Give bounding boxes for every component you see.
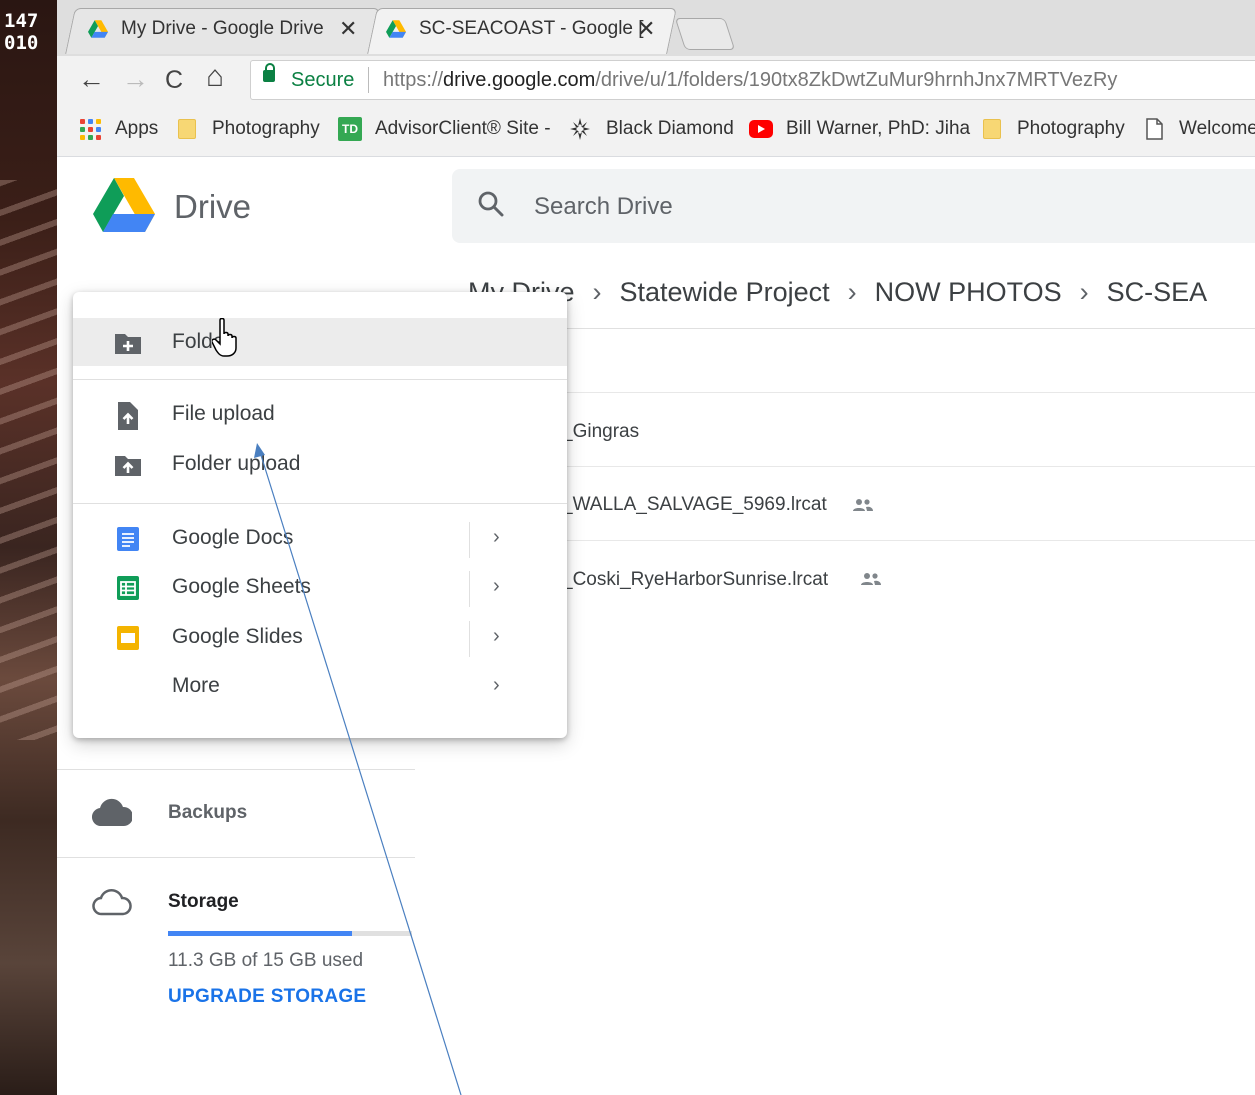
- tab-title: My Drive - Google Drive: [121, 18, 324, 39]
- apps-grid-icon[interactable]: [80, 119, 102, 141]
- home-icon[interactable]: ⌂: [206, 60, 224, 94]
- breadcrumb-current-folder[interactable]: SC-SEA: [1107, 277, 1208, 307]
- file-name[interactable]: _Coski_RyeHarborSunrise.lrcat: [562, 569, 828, 591]
- address-bar[interactable]: Secure https://drive.google.com/drive/u/…: [250, 60, 1255, 100]
- close-tab-icon[interactable]: ✕: [637, 16, 655, 42]
- reload-icon[interactable]: C: [165, 66, 183, 95]
- drive-favicon-icon: [386, 20, 406, 38]
- breadcrumb-now-photos[interactable]: NOW PHOTOS: [875, 277, 1062, 307]
- shared-people-icon: [853, 499, 873, 511]
- bookmark-photography[interactable]: Photography: [212, 118, 320, 140]
- google-docs-icon: [117, 527, 139, 551]
- url-host: drive.google.com: [443, 69, 596, 91]
- menu-item-folder[interactable]: Folder: [73, 318, 567, 366]
- bookmark-photography-2[interactable]: Photography: [1017, 118, 1125, 140]
- breadcrumb-separator: ›: [592, 277, 602, 307]
- breadcrumb: My Drive›Statewide Project›NOW PHOTOS›SC…: [468, 277, 1207, 308]
- storage-usage-fill: [168, 931, 352, 936]
- folder-icon: [983, 119, 1001, 139]
- drive-favicon-icon: [88, 20, 108, 38]
- new-item-menu: Folder File upload Folder upload Google …: [73, 292, 567, 738]
- menu-item-label: Google Slides: [172, 625, 303, 648]
- desktop-corner-text: 147 010: [4, 10, 38, 54]
- new-folder-icon: [115, 334, 141, 354]
- breadcrumb-separator: ›: [1079, 277, 1089, 307]
- chevron-right-icon[interactable]: ›: [493, 526, 500, 549]
- breadcrumb-separator: ›: [847, 277, 857, 307]
- new-tab-button[interactable]: [674, 18, 736, 50]
- file-upload-icon: [118, 402, 138, 430]
- bookmark-black-diamond[interactable]: Black Diamond: [606, 118, 734, 140]
- upgrade-storage-link[interactable]: UPGRADE STORAGE: [168, 986, 366, 1008]
- menu-item-google-sheets[interactable]: Google Sheets ›: [73, 563, 567, 611]
- storage-usage-bar: [168, 931, 412, 936]
- chevron-right-icon[interactable]: ›: [493, 625, 500, 648]
- folder-upload-icon: [115, 456, 141, 476]
- google-slides-icon: [117, 626, 139, 650]
- back-arrow-icon[interactable]: ←: [78, 64, 105, 95]
- close-tab-icon[interactable]: ✕: [339, 16, 357, 42]
- corner-text-line-2: 010: [4, 32, 39, 54]
- url-text[interactable]: https://drive.google.com/drive/u/1/folde…: [383, 69, 1117, 92]
- chevron-right-icon[interactable]: ›: [493, 674, 500, 697]
- youtube-icon: [749, 120, 773, 138]
- menu-item-file-upload[interactable]: File upload: [73, 390, 567, 438]
- menu-item-label: Google Docs: [172, 526, 294, 549]
- chevron-right-icon[interactable]: ›: [493, 575, 500, 598]
- desktop-flag-pattern: [0, 180, 57, 740]
- sidebar-divider: [57, 769, 415, 770]
- search-drive-box[interactable]: Search Drive: [452, 169, 1255, 243]
- google-drive-logo-icon: [93, 178, 155, 232]
- menu-divider: [73, 503, 567, 504]
- corner-text-line-1: 147: [4, 10, 39, 32]
- sidebar-divider: [57, 857, 415, 858]
- td-logo-icon: TD: [338, 117, 362, 141]
- bookmark-apps[interactable]: Apps: [115, 118, 158, 140]
- menu-divider: [73, 379, 567, 380]
- file-name[interactable]: _Gingras: [562, 421, 639, 443]
- menu-item-label: Google Sheets: [172, 575, 311, 598]
- url-scheme: https://: [383, 69, 444, 91]
- folder-icon: [178, 119, 196, 139]
- page-icon: [1146, 118, 1163, 140]
- file-name[interactable]: _WALLA_SALVAGE_5969.lrcat: [562, 494, 827, 516]
- menu-item-label: File upload: [172, 402, 275, 425]
- drive-title: Drive: [174, 188, 252, 225]
- forward-arrow-icon[interactable]: →: [122, 64, 149, 95]
- menu-item-label: Folder upload: [172, 452, 301, 475]
- menu-item-divider: [469, 571, 470, 607]
- search-input[interactable]: Search Drive: [534, 193, 673, 221]
- menu-item-label: More: [172, 674, 220, 697]
- menu-item-divider: [469, 522, 470, 558]
- hand-pointer-cursor-icon: [212, 318, 237, 357]
- lock-icon: [263, 63, 275, 82]
- search-icon[interactable]: [478, 191, 504, 217]
- tab-title: SC-SEACOAST - Google [: [419, 18, 644, 39]
- menu-item-divider: [469, 621, 470, 657]
- shared-people-icon: [861, 573, 881, 585]
- storage-used-text: 11.3 GB of 15 GB used: [168, 950, 364, 971]
- bookmark-bill-warner[interactable]: Bill Warner, PhD: Jiha: [786, 118, 970, 140]
- secure-label: Secure: [291, 69, 355, 91]
- cloud-outline-icon: [92, 889, 132, 916]
- menu-item-folder-upload[interactable]: Folder upload: [73, 440, 567, 488]
- google-sheets-icon: [117, 576, 139, 600]
- black-diamond-icon: [570, 118, 590, 140]
- sidebar-item-backups[interactable]: Backups: [168, 802, 247, 824]
- url-path: /drive/u/1/folders/190tx8ZkDwtZuMur9hrnh…: [595, 69, 1118, 91]
- cloud-icon: [92, 798, 132, 827]
- menu-item-google-docs[interactable]: Google Docs ›: [73, 514, 567, 562]
- breadcrumb-statewide-project[interactable]: Statewide Project: [620, 277, 830, 307]
- menu-item-more[interactable]: More ›: [73, 662, 567, 710]
- bookmark-welcome[interactable]: Welcome: [1179, 118, 1255, 140]
- sidebar-item-storage[interactable]: Storage: [168, 891, 239, 913]
- menu-item-google-slides[interactable]: Google Slides ›: [73, 613, 567, 661]
- url-divider: [368, 67, 369, 93]
- bookmark-advisorclient[interactable]: AdvisorClient® Site -: [375, 118, 551, 140]
